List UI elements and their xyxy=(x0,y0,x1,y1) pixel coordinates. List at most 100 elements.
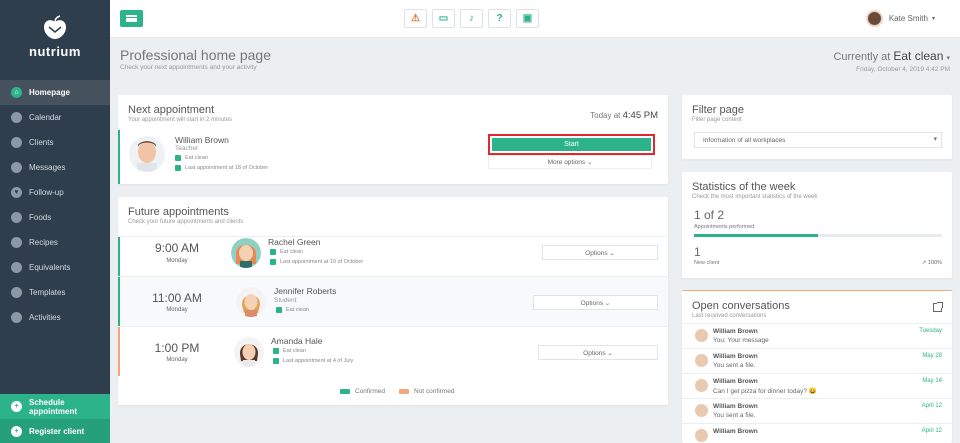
conversation-message: Can I get pizza for dinner today? 😄 xyxy=(713,388,817,395)
schedule-appointment-label: Schedule appointment xyxy=(29,397,77,416)
sidebar-item-foods[interactable]: Foods xyxy=(0,205,110,230)
list-item[interactable]: William Brown April 12 xyxy=(682,423,952,443)
avatar xyxy=(695,379,708,392)
sidebar-item-label: Clients xyxy=(29,138,54,147)
avatar[interactable] xyxy=(129,136,165,172)
last-appointment-line: Last appointment at 19 of October xyxy=(270,259,363,265)
conversation-name: William Brown xyxy=(713,328,758,335)
sidebar-item-calendar[interactable]: Calendar xyxy=(0,105,110,130)
avatar xyxy=(695,354,708,367)
sidebar-item-clients[interactable]: Clients xyxy=(0,130,110,155)
legend-not-confirmed: Not confirmed xyxy=(398,388,454,395)
recipe-icon xyxy=(11,237,22,248)
sidebar-item-label: Activities xyxy=(29,313,61,322)
conversation-name: William Brown xyxy=(713,353,758,360)
card-icon[interactable]: ▭ xyxy=(432,9,455,28)
statistics-card: Statistics of the week Check the most im… xyxy=(682,172,952,278)
workplace-label: Eat clean xyxy=(286,307,309,313)
avatar[interactable] xyxy=(234,337,264,367)
workplace-label: Eat clean xyxy=(185,155,208,161)
workplace-selector[interactable]: Currently at Eat clean ▾ xyxy=(833,49,950,63)
avatar xyxy=(695,429,708,442)
appointments-progress-fill xyxy=(694,234,818,237)
sidebar-item-label: Calendar xyxy=(29,113,62,122)
sidebar-item-templates[interactable]: Templates xyxy=(0,280,110,305)
sidebar-item-equivalents[interactable]: Equivalents xyxy=(0,255,110,280)
statistics-title: Statistics of the week xyxy=(692,181,796,193)
today-prefix: Today at xyxy=(590,111,621,120)
conversation-date: May 14 xyxy=(922,378,942,384)
page-subtitle: Check your next appointments and your ac… xyxy=(120,64,257,71)
sidebar-item-homepage[interactable]: ⌂ Homepage xyxy=(0,80,110,105)
current-prefix: Currently at xyxy=(833,51,891,63)
sidebar-item-activities[interactable]: Activities xyxy=(0,305,110,330)
sidebar-nav: ⌂ Homepage Calendar Clients Messages ♥ Fol… xyxy=(0,80,110,330)
bell-icon[interactable]: ♪ xyxy=(460,9,483,28)
user-menu[interactable]: Kate Smith ▾ xyxy=(865,10,935,27)
appointments-performed-value: 1 of 2 xyxy=(694,208,725,222)
client-name[interactable]: Amanda Hale xyxy=(271,336,323,346)
future-appointments-subtitle: Check your future appointments and clien… xyxy=(128,219,244,225)
appointment-time: 4:45 PM xyxy=(622,110,658,121)
briefcase-icon[interactable]: ▣ xyxy=(516,9,539,28)
next-appointment-card: Next appointment Your appointment will s… xyxy=(118,95,668,184)
client-name[interactable]: William Brown xyxy=(175,135,229,145)
more-options-button[interactable]: More options ⌄ xyxy=(488,155,652,169)
heart-icon: ♥ xyxy=(11,187,22,198)
client-name[interactable]: Rachel Green xyxy=(268,237,320,247)
avatar[interactable] xyxy=(236,287,266,317)
sidebar-item-recipes[interactable]: Recipes xyxy=(0,230,110,255)
external-link-icon[interactable] xyxy=(933,302,943,312)
last-appointment-label: Last appointment at 19 of October xyxy=(280,259,364,265)
logo[interactable]: nutrium xyxy=(0,14,110,59)
list-item[interactable]: William Brown You sent a file. May 28 xyxy=(682,348,952,372)
menu-toggle-button[interactable] xyxy=(120,10,143,27)
conversation-name: William Brown xyxy=(713,403,758,410)
future-appointments-title: Future appointments xyxy=(128,206,229,218)
sidebar-item-messages[interactable]: Messages xyxy=(0,155,110,180)
warning-icon[interactable]: ⚠ xyxy=(404,9,427,28)
client-face-icon xyxy=(231,238,261,268)
open-conversations-card: Open conversations Last received convers… xyxy=(682,290,952,443)
list-item[interactable]: William Brown You sent a file. April 12 xyxy=(682,398,952,422)
client-face-icon xyxy=(129,136,165,172)
appointment-time: 9:00 AM xyxy=(154,241,200,255)
apple-logo-icon xyxy=(44,15,66,39)
help-icon[interactable]: ? xyxy=(488,9,511,28)
register-client-button[interactable]: + Register client xyxy=(0,419,110,443)
filter-page-subtitle: Filter page content xyxy=(692,117,742,123)
new-clients-label: New client xyxy=(694,260,720,266)
topbar: ⚠ ▭ ♪ ? ▣ Kate Smith ▾ xyxy=(110,0,960,38)
calendar-plus-icon: + xyxy=(11,401,22,412)
start-button[interactable]: Start xyxy=(492,138,651,151)
list-item[interactable]: William Brown Can I get pizza for dinner… xyxy=(682,373,952,397)
options-button[interactable]: Options ⌄ xyxy=(542,245,658,260)
sidebar-item-follow-up[interactable]: ♥ Follow-up xyxy=(0,180,110,205)
filter-page-card: Filter page Filter page content Informat… xyxy=(682,95,952,159)
sidebar-item-label: Equivalents xyxy=(29,263,71,272)
location-icon xyxy=(273,348,279,354)
list-item[interactable]: William Brown You: Your message Tuesday xyxy=(682,323,952,347)
client-face-icon xyxy=(236,287,266,317)
client-role: Student xyxy=(274,297,297,304)
page-title: Professional home page xyxy=(120,47,271,63)
options-button[interactable]: Options ⌄ xyxy=(538,345,658,360)
conversation-date: April 12 xyxy=(921,428,942,434)
register-client-label: Register client xyxy=(29,426,85,436)
workplace-line: Eat clean xyxy=(175,155,208,161)
activities-icon xyxy=(11,312,22,323)
last-appointment-line: Last appointment at 4 of July xyxy=(273,358,353,364)
conversation-date: Tuesday xyxy=(919,328,942,334)
options-button[interactable]: Options ⌄ xyxy=(533,295,658,310)
workplace-filter-select[interactable]: Information of all workplaces xyxy=(694,132,942,148)
sidebar-item-label: Templates xyxy=(29,288,66,297)
templates-icon xyxy=(11,287,22,298)
schedule-appointment-button[interactable]: + Schedule appointment xyxy=(0,394,110,419)
calendar-icon xyxy=(175,165,181,171)
new-clients-change: ↗ 100% xyxy=(921,260,942,266)
avatar[interactable] xyxy=(231,238,261,268)
client-face-icon xyxy=(234,337,264,367)
sidebar: nutrium ⌂ Homepage Calendar Clients Messa… xyxy=(0,0,110,443)
client-name[interactable]: Jennifer Roberts xyxy=(274,286,336,296)
sidebar-item-label: Homepage xyxy=(29,88,70,97)
